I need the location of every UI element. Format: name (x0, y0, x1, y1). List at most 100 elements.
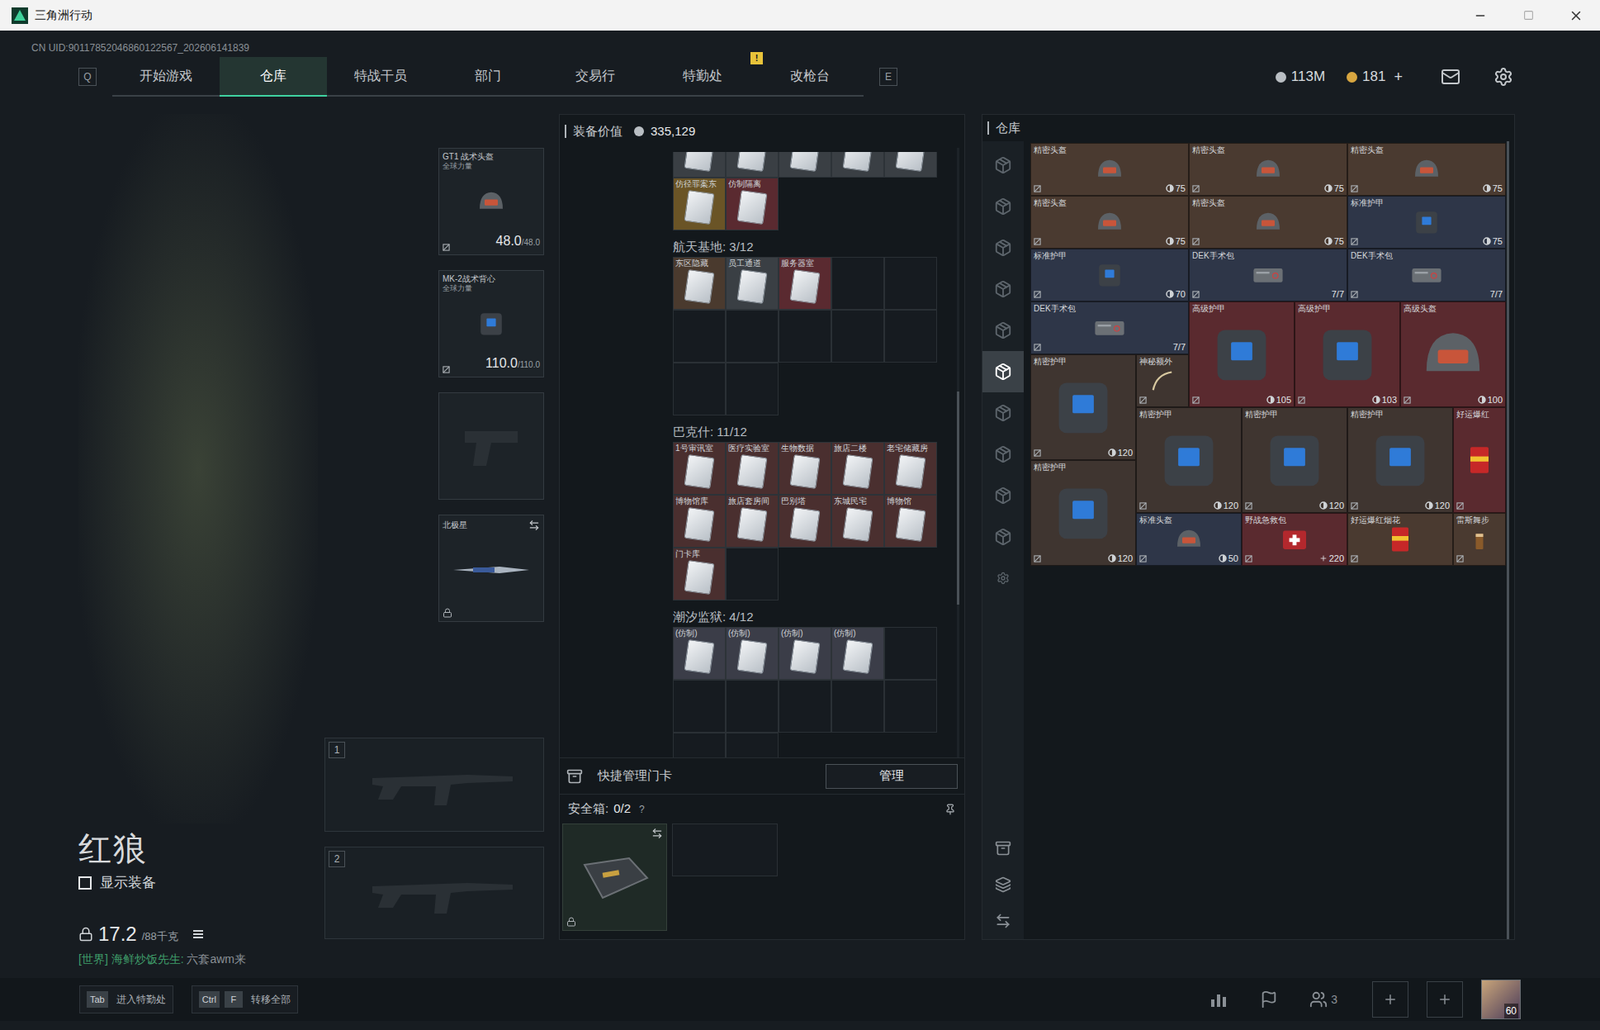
warehouse-item[interactable]: 高级护甲103 (1294, 301, 1401, 408)
category-tab[interactable] (982, 144, 1024, 186)
warehouse-item[interactable]: 精密护甲120 (1347, 407, 1454, 513)
close-button[interactable] (1552, 0, 1600, 31)
currency-add[interactable]: + (1393, 66, 1403, 89)
swap-icon[interactable] (651, 827, 663, 839)
warehouse-item[interactable]: 精密头盔75 (1030, 195, 1189, 249)
category-tab[interactable] (982, 433, 1024, 475)
warehouse-item[interactable]: 精密头盔75 (1188, 195, 1348, 249)
warehouse-item[interactable]: 精密护甲120 (1030, 354, 1137, 460)
keycard[interactable]: 旅店套房间 (725, 494, 779, 548)
nav-tab[interactable]: 特勤处! (648, 56, 757, 97)
empty-slot[interactable] (672, 732, 726, 758)
key-hint[interactable]: Tab进入特勤处 (79, 984, 174, 1014)
keycard[interactable]: (仿制) (778, 626, 832, 680)
empty-slot[interactable] (778, 309, 832, 363)
empty-slot[interactable] (725, 362, 779, 416)
keycard[interactable]: 巴别塔 (778, 494, 832, 548)
keycard[interactable]: 服务器室 (778, 256, 832, 310)
scrollbar[interactable] (956, 147, 960, 758)
keycard[interactable]: (仿制) (831, 626, 885, 680)
category-tab[interactable] (982, 268, 1024, 310)
nav-key[interactable]: Q (78, 67, 97, 86)
melee-slot[interactable]: 北极星 (438, 514, 545, 622)
friends[interactable]: 3 (1309, 989, 1338, 1009)
category-tab[interactable] (982, 350, 1024, 393)
flag-icon[interactable] (1259, 989, 1279, 1009)
pistol-slot[interactable] (438, 392, 545, 500)
invite-slot[interactable] (1426, 980, 1463, 1018)
category-tab[interactable] (982, 474, 1024, 516)
empty-slot[interactable] (831, 256, 885, 310)
warehouse-item[interactable]: 高级头盔100 (1400, 301, 1506, 408)
warehouse-item[interactable]: 精密护甲120 (1136, 407, 1242, 513)
empty-slot[interactable] (672, 309, 726, 363)
nav-tab[interactable]: 开始游戏 (112, 56, 220, 97)
help-button[interactable]: ? (639, 801, 645, 817)
keycard[interactable]: 东城民宅 (831, 494, 885, 548)
category-tab[interactable] (982, 392, 1024, 434)
empty-slot[interactable] (884, 309, 938, 363)
keycard[interactable]: 1号审讯室 (672, 441, 726, 495)
keycard[interactable]: 老宅储藏房 (884, 441, 938, 495)
swap-icon[interactable] (528, 519, 540, 531)
warehouse-item[interactable]: 标准护甲75 (1347, 195, 1506, 249)
keycard[interactable]: (仿制) (672, 626, 726, 680)
currency[interactable]: 113M (1275, 66, 1326, 88)
settings-icon[interactable] (1493, 66, 1514, 87)
keycard[interactable]: (仿制) (725, 626, 779, 680)
empty-slot[interactable] (884, 256, 938, 310)
keycard[interactable]: 东区隐藏 (672, 256, 726, 310)
empty-slot[interactable] (884, 626, 938, 680)
warehouse-item[interactable]: 高级护甲105 (1188, 301, 1295, 408)
show-equipment[interactable]: 显示装备 (78, 872, 318, 893)
category-tab[interactable] (982, 185, 1024, 228)
warehouse-item[interactable]: 精密护甲120 (1241, 407, 1348, 513)
empty-slot[interactable] (725, 732, 779, 758)
keycard[interactable]: 仿制隔离 (725, 177, 779, 231)
keycard[interactable]: 门卡库 (672, 547, 726, 601)
warehouse-item[interactable]: 雷斯舞步 (1453, 512, 1506, 566)
empty-slot[interactable] (778, 679, 832, 733)
warehouse-item[interactable]: 野战急救包220 (1241, 512, 1348, 566)
storage-icon[interactable] (994, 839, 1012, 857)
maximize-button[interactable] (1504, 0, 1553, 31)
checkbox[interactable] (78, 875, 92, 890)
warehouse-item[interactable]: 神秘额外 (1136, 354, 1189, 408)
layers-icon[interactable] (994, 875, 1012, 893)
warehouse-item[interactable]: 精密护甲120 (1030, 459, 1137, 566)
safe-box-slot[interactable] (672, 823, 778, 876)
nav-key[interactable]: E (879, 67, 898, 86)
weapon-slot[interactable]: 2 (324, 846, 545, 939)
warehouse-item[interactable]: 精密头盔75 (1188, 142, 1348, 196)
warehouse-item[interactable]: 精密头盔75 (1347, 142, 1506, 196)
safe-box[interactable] (562, 823, 668, 931)
empty-slot[interactable] (725, 309, 779, 363)
weapon-slot[interactable]: 1 (324, 737, 545, 832)
keycard[interactable]: 员工通道 (725, 256, 779, 310)
keycard[interactable]: 生物数据 (778, 441, 832, 495)
category-tab[interactable] (982, 227, 1024, 269)
warehouse-item[interactable]: DEK手术包7/7 (1347, 248, 1506, 302)
warehouse-item[interactable]: DEK手术包7/7 (1030, 301, 1189, 355)
keycard[interactable] (884, 151, 938, 178)
warehouse-item[interactable]: DEK手术包7/7 (1188, 248, 1348, 302)
helmet-slot[interactable]: GT1 战术头盔全球力量48.0/48.0 (438, 147, 545, 256)
keycard[interactable]: 博物馆 (884, 494, 938, 548)
empty-slot[interactable] (725, 679, 779, 733)
warehouse-item[interactable]: 精密头盔75 (1030, 142, 1189, 196)
keycard[interactable] (831, 151, 885, 178)
list-icon[interactable] (191, 927, 205, 941)
keycard[interactable] (672, 151, 726, 178)
nav-tab[interactable]: 仓库 (219, 56, 327, 97)
nav-tab[interactable]: 部门 (434, 56, 542, 97)
empty-slot[interactable] (725, 547, 779, 601)
warehouse-item[interactable]: 标准护甲70 (1030, 248, 1189, 302)
empty-slot[interactable] (884, 679, 938, 733)
scrollbar[interactable] (1506, 141, 1510, 939)
warehouse-item[interactable]: 好运爆红 (1453, 407, 1506, 513)
keycard[interactable] (778, 151, 832, 178)
empty-slot[interactable] (672, 679, 726, 733)
keycard[interactable]: 医疗实验室 (725, 441, 779, 495)
stats-icon[interactable] (1208, 989, 1229, 1009)
keycard[interactable]: 博物馆库 (672, 494, 726, 548)
